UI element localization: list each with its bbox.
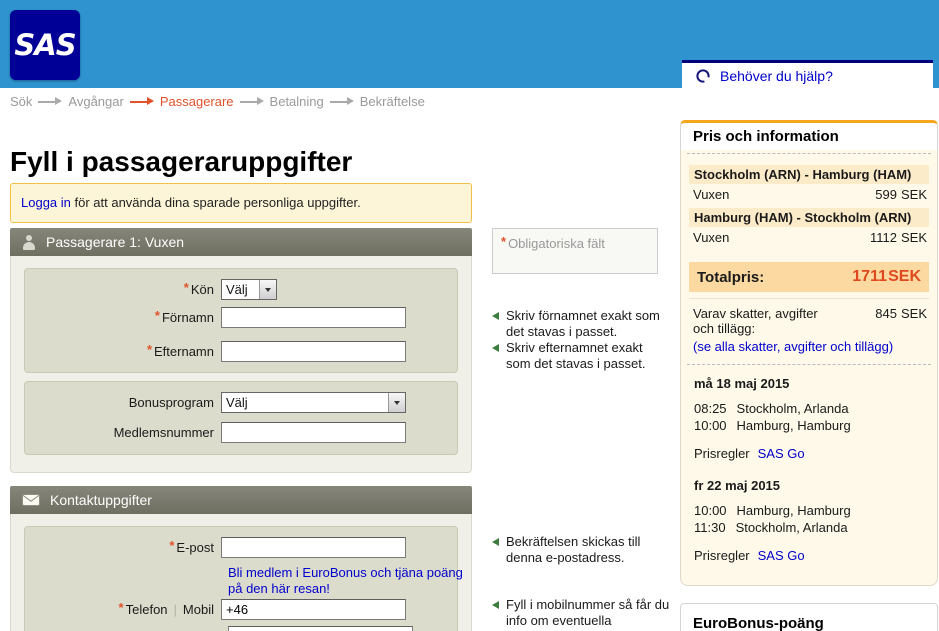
- hint-arrow-icon: [492, 538, 499, 546]
- phone-label: *Telefon|Mobil: [25, 602, 221, 617]
- phone-extra-input[interactable]: [228, 626, 413, 631]
- person-icon: [22, 235, 36, 250]
- total-price-bar: Totalpris: 1711 SEK: [689, 262, 929, 292]
- member-number-input[interactable]: [221, 422, 406, 443]
- firstname-input[interactable]: [221, 307, 406, 328]
- total-price-value: 1711: [852, 268, 887, 286]
- email-hint: Bekräftelsen skickas till denna e-postad…: [492, 534, 670, 566]
- gender-select-value: Välj: [222, 280, 259, 299]
- required-fields-note: *Obligatoriska fält: [492, 228, 658, 274]
- breadcrumb-passagerare[interactable]: Passagerare: [160, 94, 234, 109]
- outbound-leg-arrival: 10:00Hamburg, Hamburg: [694, 418, 851, 433]
- contact-section-title: Kontaktuppgifter: [50, 492, 152, 508]
- outbound-fare-rules: Prisregler SAS Go: [694, 446, 805, 461]
- breadcrumb-betalning: Betalning: [270, 94, 324, 109]
- label-divider: |: [174, 602, 177, 617]
- arrow-icon: [329, 97, 355, 106]
- lastname-hint: Skriv efternamnet exakt som det stavas i…: [492, 340, 670, 372]
- firstname-label: *Förnamn: [25, 310, 221, 325]
- chevron-down-icon[interactable]: [388, 393, 405, 412]
- eurobonus-points-header: EuroBonus-poäng: [680, 603, 938, 631]
- total-price-label: Totalpris:: [697, 269, 764, 286]
- passenger-section-header: Passagerare 1: Vuxen: [10, 228, 472, 256]
- mobile-phone-input[interactable]: [221, 599, 406, 620]
- arrow-icon: [37, 97, 63, 106]
- bonus-fields-group: Bonusprogram Välj Medlemsnummer: [24, 381, 458, 455]
- outbound-date: må 18 maj 2015: [694, 376, 789, 391]
- member-number-label: Medlemsnummer: [25, 425, 221, 440]
- price-info-panel: Stockholm (ARN) - Hamburg (HAM) Vuxen 59…: [680, 150, 938, 586]
- return-leg-departure: 10:00Hamburg, Hamburg: [694, 503, 851, 518]
- bonus-program-select[interactable]: Välj: [221, 392, 406, 413]
- booking-page: SAS Behöver du hjälp? Sök Avgångar Passa…: [0, 0, 939, 631]
- hint-arrow-icon: [492, 601, 499, 609]
- sas-logo-text: SAS: [14, 28, 75, 62]
- passenger-section-title: Passagerare 1: Vuxen: [46, 234, 184, 250]
- contact-fields-group: *E-post Bli medlem i EuroBonus och tjäna…: [24, 526, 458, 631]
- fare-rules-link[interactable]: SAS Go: [758, 548, 805, 563]
- outbound-price: 599: [875, 187, 897, 202]
- contact-section-header: Kontaktuppgifter: [10, 486, 472, 514]
- top-bar: SAS Behöver du hjälp?: [0, 0, 939, 88]
- dashed-divider: [687, 153, 931, 154]
- breadcrumb: Sök Avgångar Passagerare Betalning Bekrä…: [10, 94, 425, 109]
- route-outbound-price-row: Vuxen 599 SEK: [693, 187, 927, 202]
- tax-details-link[interactable]: (se alla skatter, avgifter och tillägg): [693, 339, 893, 354]
- envelope-icon: [22, 494, 40, 506]
- return-leg-arrival: 11:30Stockholm, Arlanda: [694, 520, 848, 535]
- arrow-icon: [239, 97, 265, 106]
- return-price: 1112: [870, 230, 897, 245]
- arrow-icon-active: [129, 97, 155, 106]
- bonus-label: Bonusprogram: [25, 395, 221, 410]
- bonus-select-value: Välj: [222, 393, 388, 412]
- page-title: Fyll i passageraruppgifter: [10, 146, 352, 178]
- tax-row: Varav skatter, avgifter 845 SEK: [693, 306, 927, 321]
- login-link[interactable]: Logga in: [21, 195, 71, 210]
- hint-arrow-icon: [492, 312, 499, 320]
- help-circle-icon: [695, 68, 711, 84]
- fare-rules-link[interactable]: SAS Go: [758, 446, 805, 461]
- route-return-name: Hamburg (HAM) - Stockholm (ARN): [689, 208, 929, 227]
- breadcrumb-bekraftelse: Bekräftelse: [360, 94, 425, 109]
- email-input[interactable]: [221, 537, 406, 558]
- help-button-label: Behöver du hjälp?: [720, 68, 833, 84]
- name-fields-group: *Kön Välj *Förnamn *Efternamn: [24, 268, 458, 373]
- route-outbound-name: Stockholm (ARN) - Hamburg (HAM): [689, 165, 929, 184]
- return-fare-rules: Prisregler SAS Go: [694, 548, 805, 563]
- help-button[interactable]: Behöver du hjälp?: [682, 60, 933, 88]
- gender-label: *Kön: [25, 282, 221, 297]
- login-notice-text: för att använda dina sparade personliga …: [71, 195, 361, 210]
- route-return-price-row: Vuxen 1112 SEK: [693, 230, 927, 245]
- phone-hint: Fyll i mobilnummer så får du info om eve…: [492, 597, 670, 629]
- breadcrumb-avgangar[interactable]: Avgångar: [68, 94, 123, 109]
- required-note-text: Obligatoriska fält: [508, 236, 605, 251]
- eurobonus-signup-link[interactable]: Bli medlem i EuroBonus och tjäna poäng p…: [228, 565, 468, 597]
- dashed-divider: [687, 364, 931, 365]
- hint-arrow-icon: [492, 344, 499, 352]
- firstname-hint: Skriv förnamnet exakt som det stavas i p…: [492, 308, 670, 340]
- outbound-leg-departure: 08:25Stockholm, Arlanda: [694, 401, 849, 416]
- return-date: fr 22 maj 2015: [694, 478, 780, 493]
- login-notice: Logga in för att använda dina sparade pe…: [10, 183, 472, 223]
- tax-amount: 845: [875, 306, 897, 321]
- gender-select[interactable]: Välj: [221, 279, 277, 300]
- price-info-header: Pris och information: [680, 120, 938, 150]
- lastname-label: *Efternamn: [25, 344, 221, 359]
- chevron-down-icon[interactable]: [259, 280, 276, 299]
- divider: [689, 298, 929, 299]
- email-label: *E-post: [25, 540, 221, 555]
- lastname-input[interactable]: [221, 341, 406, 362]
- breadcrumb-sok[interactable]: Sök: [10, 94, 32, 109]
- tax-row-line2: och tillägg:: [693, 321, 755, 336]
- sas-logo[interactable]: SAS: [10, 10, 80, 80]
